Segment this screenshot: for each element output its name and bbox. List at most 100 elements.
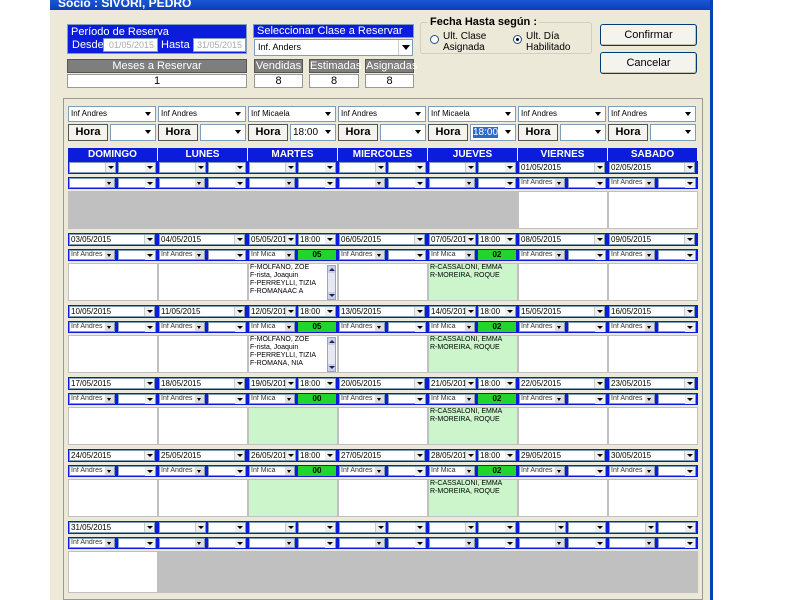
chevron-down-icon[interactable] bbox=[325, 451, 335, 460]
class-select[interactable] bbox=[249, 538, 295, 548]
count-select[interactable] bbox=[568, 466, 606, 476]
chevron-down-icon[interactable] bbox=[415, 467, 425, 476]
count-select[interactable] bbox=[658, 538, 696, 548]
count-select[interactable] bbox=[118, 466, 156, 476]
chevron-down-icon[interactable] bbox=[505, 451, 515, 460]
students-list[interactable] bbox=[68, 551, 158, 593]
chevron-down-icon[interactable] bbox=[595, 395, 605, 404]
chevron-down-icon[interactable] bbox=[195, 395, 204, 403]
students-list[interactable] bbox=[68, 263, 158, 301]
count-select[interactable] bbox=[298, 538, 336, 548]
chevron-down-icon[interactable] bbox=[375, 467, 384, 475]
day-cell[interactable]: 24/05/2015 Inf Andres bbox=[68, 449, 158, 521]
chevron-down-icon[interactable] bbox=[105, 467, 114, 475]
chevron-down-icon[interactable] bbox=[413, 107, 425, 121]
count-select[interactable] bbox=[388, 538, 426, 548]
chevron-down-icon[interactable] bbox=[285, 251, 294, 259]
day-cell[interactable] bbox=[248, 161, 338, 233]
chevron-down-icon[interactable] bbox=[195, 163, 205, 172]
chevron-down-icon[interactable] bbox=[105, 179, 114, 187]
chevron-down-icon[interactable] bbox=[505, 235, 515, 244]
students-list[interactable] bbox=[158, 551, 248, 593]
date-select[interactable]: 22/05/2015 bbox=[519, 378, 605, 389]
chevron-down-icon[interactable] bbox=[325, 235, 335, 244]
chevron-down-icon[interactable] bbox=[234, 235, 244, 244]
count-select[interactable] bbox=[568, 538, 606, 548]
chevron-down-icon[interactable] bbox=[555, 179, 564, 187]
date-select[interactable]: 05/05/2015 bbox=[249, 234, 296, 245]
class-select[interactable]: Inf Andres bbox=[609, 322, 655, 332]
date-select[interactable]: 21/05/2015 bbox=[429, 378, 476, 389]
chevron-down-icon[interactable] bbox=[285, 163, 295, 172]
radio-ult-clase[interactable] bbox=[430, 35, 439, 44]
class-select[interactable]: Inf Mica bbox=[249, 394, 295, 404]
class-filter-4[interactable]: Inf Micaela bbox=[428, 106, 516, 122]
day-cell[interactable]: 03/05/2015 Inf Andres bbox=[68, 233, 158, 305]
students-list[interactable] bbox=[518, 479, 608, 517]
chevron-down-icon[interactable] bbox=[285, 539, 294, 547]
class-select[interactable]: Inf Andres bbox=[609, 250, 655, 260]
chevron-down-icon[interactable] bbox=[233, 125, 245, 140]
count-select[interactable] bbox=[478, 178, 516, 188]
chevron-down-icon[interactable] bbox=[645, 323, 654, 331]
chevron-down-icon[interactable] bbox=[415, 395, 425, 404]
chevron-down-icon[interactable] bbox=[145, 395, 155, 404]
chevron-down-icon[interactable] bbox=[285, 395, 294, 403]
chevron-down-icon[interactable] bbox=[685, 251, 695, 260]
count-select[interactable] bbox=[118, 538, 156, 548]
count-select[interactable] bbox=[658, 178, 696, 188]
date-select[interactable]: 03/05/2015 bbox=[69, 234, 155, 245]
chevron-down-icon[interactable] bbox=[465, 523, 475, 532]
date-select[interactable]: 12/05/2015 bbox=[249, 306, 296, 317]
class-select[interactable]: Inf Andres bbox=[339, 250, 385, 260]
students-list[interactable] bbox=[338, 479, 428, 517]
cancelar-button[interactable]: Cancelar bbox=[600, 52, 697, 74]
day-cell[interactable] bbox=[248, 521, 338, 593]
count-select[interactable] bbox=[388, 250, 426, 260]
chevron-down-icon[interactable] bbox=[555, 467, 564, 475]
class-select[interactable]: Inf Andres bbox=[159, 322, 205, 332]
class-filter-2[interactable]: Inf Micaela bbox=[248, 106, 336, 122]
chevron-down-icon[interactable] bbox=[195, 251, 204, 259]
chevron-down-icon[interactable] bbox=[375, 539, 384, 547]
chevron-down-icon[interactable] bbox=[555, 395, 564, 403]
class-select[interactable]: Inf Andres bbox=[519, 178, 565, 188]
chevron-down-icon[interactable] bbox=[593, 107, 605, 121]
chevron-down-icon[interactable] bbox=[685, 323, 695, 332]
chevron-down-icon[interactable] bbox=[505, 539, 515, 548]
chevron-down-icon[interactable] bbox=[285, 523, 295, 532]
chevron-down-icon[interactable] bbox=[234, 451, 244, 460]
day-cell[interactable] bbox=[608, 521, 698, 593]
chevron-down-icon[interactable] bbox=[594, 307, 604, 316]
chevron-down-icon[interactable] bbox=[555, 523, 565, 532]
clase-select[interactable]: Inf. Anders bbox=[254, 39, 413, 56]
day-cell[interactable]: 21/05/2015 18:00 Inf Mica 02 R-CASSALONI, EM… bbox=[428, 377, 518, 449]
count-select[interactable] bbox=[658, 250, 696, 260]
chevron-down-icon[interactable] bbox=[235, 523, 245, 532]
students-list[interactable] bbox=[428, 551, 518, 593]
students-list[interactable] bbox=[608, 263, 698, 301]
time-select[interactable]: 18:00 bbox=[478, 234, 516, 245]
day-cell[interactable] bbox=[428, 521, 518, 593]
chevron-down-icon[interactable] bbox=[325, 163, 335, 172]
chevron-down-icon[interactable] bbox=[144, 451, 154, 460]
day-cell[interactable]: 15/05/2015 Inf Andres bbox=[518, 305, 608, 377]
students-list[interactable]: R-CASSALONI, EMMA R-MOREIRA, ROQUE bbox=[428, 407, 518, 445]
chevron-down-icon[interactable] bbox=[145, 163, 155, 172]
class-select[interactable]: Inf Mica bbox=[429, 250, 475, 260]
day-cell[interactable]: 27/05/2015 Inf Andres bbox=[338, 449, 428, 521]
class-select[interactable]: Inf Mica bbox=[429, 466, 475, 476]
chevron-down-icon[interactable] bbox=[325, 539, 335, 548]
students-list[interactable] bbox=[248, 551, 338, 593]
count-select[interactable] bbox=[118, 178, 156, 188]
day-cell[interactable]: 19/05/2015 18:00 Inf Mica 00 bbox=[248, 377, 338, 449]
chevron-down-icon[interactable] bbox=[683, 107, 695, 121]
day-cell[interactable]: 07/05/2015 18:00 Inf Mica 02 R-CASSALONI, EM… bbox=[428, 233, 518, 305]
students-list[interactable] bbox=[608, 191, 698, 229]
chevron-down-icon[interactable] bbox=[285, 451, 295, 460]
students-list[interactable] bbox=[608, 551, 698, 593]
class-select[interactable]: Inf Andres bbox=[69, 322, 115, 332]
chevron-down-icon[interactable] bbox=[144, 235, 154, 244]
students-list[interactable]: R-CASSALONI, EMMA R-MOREIRA, ROQUE bbox=[428, 263, 518, 301]
class-select[interactable]: Inf Andres bbox=[69, 466, 115, 476]
